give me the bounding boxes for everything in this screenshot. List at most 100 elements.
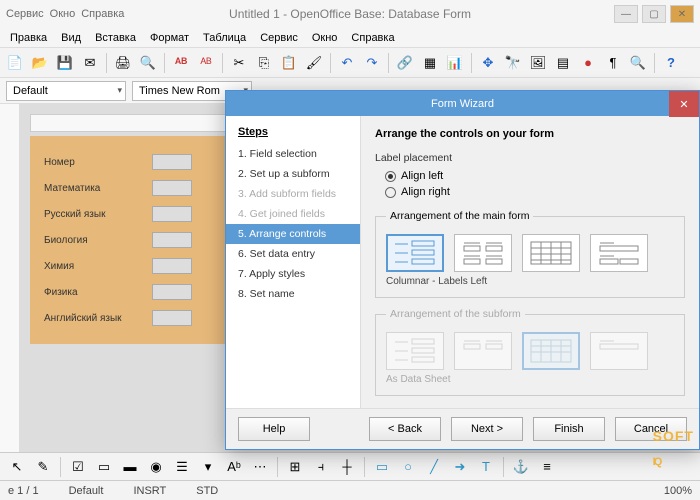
layout-columnar-left[interactable]: [386, 234, 444, 272]
field-input[interactable]: [152, 284, 192, 300]
form-row: Номер: [44, 154, 226, 170]
undo-icon[interactable]: ↶: [336, 52, 358, 74]
wizard-button-bar: Help < Back Next > Finish Cancel: [226, 408, 699, 449]
menu-insert[interactable]: Вставка: [89, 30, 142, 46]
design-mode-icon[interactable]: ✎: [32, 456, 54, 478]
layout-blocks-top[interactable]: [590, 234, 648, 272]
grid-icon[interactable]: ⊞: [284, 456, 306, 478]
open-icon[interactable]: 📂: [29, 52, 51, 74]
more-controls-icon[interactable]: ⋯: [249, 456, 271, 478]
field-input[interactable]: [152, 154, 192, 170]
next-button[interactable]: Next >: [451, 417, 523, 441]
arrow-icon[interactable]: ➜: [449, 456, 471, 478]
field-label: Химия: [44, 261, 144, 272]
table-icon[interactable]: ▦: [419, 52, 441, 74]
select-icon[interactable]: ↖: [6, 456, 28, 478]
selection-mode[interactable]: STD: [196, 485, 218, 497]
textbox-icon[interactable]: ▭: [93, 456, 115, 478]
separator: [330, 53, 331, 73]
menu-tools[interactable]: Сервис: [254, 30, 304, 46]
field-input[interactable]: [152, 180, 192, 196]
sub-layout-caption: As Data Sheet: [386, 374, 674, 385]
menu-table[interactable]: Таблица: [197, 30, 252, 46]
style-indicator: Default: [69, 485, 104, 497]
form-canvas[interactable]: Номер Математика Русский язык Биология Х…: [30, 136, 240, 344]
cut-icon[interactable]: ✂: [228, 52, 250, 74]
mail-icon[interactable]: ✉: [79, 52, 101, 74]
close-button[interactable]: ✕: [670, 5, 694, 23]
main-toolbar: 📄 📂 💾 ✉ 🖨 🔍 ᴬᴮ ᴬᴮ ✂ ⎘ 📋 🖌 ↶ ↷ 🔗 ▦ 📊 ✥ 🔭 …: [0, 48, 700, 78]
layout-datasheet[interactable]: [522, 234, 580, 272]
step-field-selection[interactable]: 1. Field selection: [226, 144, 360, 164]
print-icon[interactable]: 🖨: [112, 52, 134, 74]
paragraph-style-combo[interactable]: Default: [6, 81, 126, 101]
menu-edit[interactable]: Правка: [4, 30, 53, 46]
format-brush-icon[interactable]: 🖌: [303, 52, 325, 74]
zoom-indicator[interactable]: 100%: [664, 485, 692, 497]
maximize-button[interactable]: ▢: [642, 5, 666, 23]
field-input[interactable]: [152, 206, 192, 222]
copy-icon[interactable]: ⎘: [253, 52, 275, 74]
radio-label: Align right: [401, 186, 450, 198]
help-button[interactable]: Help: [238, 417, 310, 441]
nonprint-icon[interactable]: ¶: [602, 52, 624, 74]
record-icon[interactable]: ●: [577, 52, 599, 74]
datasource-icon[interactable]: ▤: [552, 52, 574, 74]
insert-mode[interactable]: INSRT: [133, 485, 166, 497]
align-icon[interactable]: ≡: [536, 456, 558, 478]
field-input[interactable]: [152, 310, 192, 326]
field-input[interactable]: [152, 258, 192, 274]
rect-icon[interactable]: ▭: [371, 456, 393, 478]
zoom-icon[interactable]: 🔍: [627, 52, 649, 74]
menu-view[interactable]: Вид: [55, 30, 87, 46]
autospell-icon[interactable]: ᴬᴮ: [195, 52, 217, 74]
new-icon[interactable]: 📄: [4, 52, 26, 74]
paragraph-style-value: Default: [13, 85, 48, 97]
layout-columnar-top[interactable]: [454, 234, 512, 272]
layout-columnar-left: [386, 332, 444, 370]
paste-icon[interactable]: 📋: [278, 52, 300, 74]
redo-icon[interactable]: ↷: [361, 52, 383, 74]
step-apply-styles[interactable]: 7. Apply styles: [226, 264, 360, 284]
layout-columnar-top: [454, 332, 512, 370]
label-icon[interactable]: Aᵇ: [223, 456, 245, 478]
step-arrange-controls[interactable]: 5. Arrange controls: [226, 224, 360, 244]
listbox-icon[interactable]: ☰: [171, 456, 193, 478]
checkbox-icon[interactable]: ☑: [67, 456, 89, 478]
combo-icon[interactable]: ▾: [197, 456, 219, 478]
line-icon[interactable]: ╱: [423, 456, 445, 478]
text-icon[interactable]: T: [475, 456, 497, 478]
navigator-icon[interactable]: ✥: [477, 52, 499, 74]
spellcheck-icon[interactable]: ᴬᴮ: [170, 52, 192, 74]
radio-align-left[interactable]: Align left: [375, 168, 685, 184]
menu-window[interactable]: Окно: [306, 30, 344, 46]
step-data-entry[interactable]: 6. Set data entry: [226, 244, 360, 264]
button-icon[interactable]: ▬: [119, 456, 141, 478]
main-arrangement-group: Arrangement of the main form Colum: [375, 210, 685, 298]
gallery-icon[interactable]: 🖼: [527, 52, 549, 74]
back-button[interactable]: < Back: [369, 417, 441, 441]
anchor-icon[interactable]: ⚓: [510, 456, 532, 478]
snap-icon[interactable]: ⫞: [310, 456, 332, 478]
field-input[interactable]: [152, 232, 192, 248]
radio-align-right[interactable]: Align right: [375, 184, 685, 200]
menubar: Правка Вид Вставка Формат Таблица Сервис…: [0, 28, 700, 48]
form-row: Английский язык: [44, 310, 226, 326]
find-icon[interactable]: 🔭: [502, 52, 524, 74]
option-icon[interactable]: ◉: [145, 456, 167, 478]
wizard-close-button[interactable]: ✕: [669, 91, 699, 117]
menu-help[interactable]: Справка: [345, 30, 400, 46]
save-icon[interactable]: 💾: [54, 52, 76, 74]
menu-format[interactable]: Формат: [144, 30, 195, 46]
guides-icon[interactable]: ┼: [336, 456, 358, 478]
hyperlink-icon[interactable]: 🔗: [394, 52, 416, 74]
help-icon[interactable]: ?: [660, 52, 682, 74]
minimize-button[interactable]: —: [614, 5, 638, 23]
preview-icon[interactable]: 🔍: [137, 52, 159, 74]
step-set-name[interactable]: 8. Set name: [226, 284, 360, 304]
radio-icon: [385, 171, 396, 182]
ellipse-icon[interactable]: ○: [397, 456, 419, 478]
chart-icon[interactable]: 📊: [444, 52, 466, 74]
step-subform[interactable]: 2. Set up a subform: [226, 164, 360, 184]
finish-button[interactable]: Finish: [533, 417, 605, 441]
